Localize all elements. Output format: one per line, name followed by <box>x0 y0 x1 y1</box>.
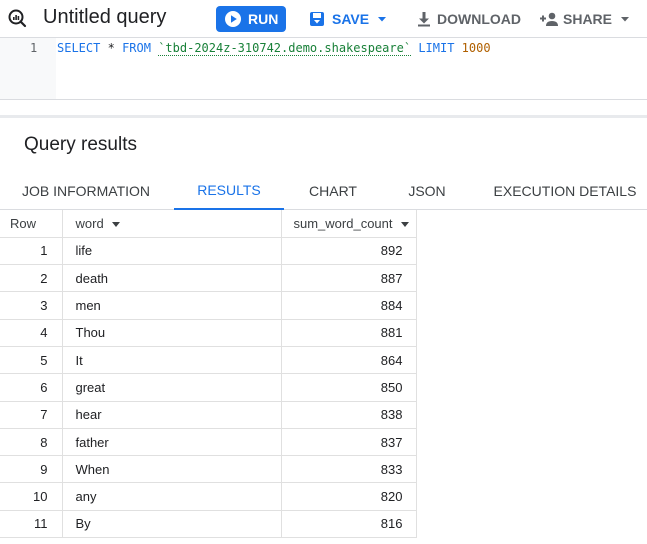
count-cell[interactable]: 833 <box>281 455 417 484</box>
row-number: 5 <box>0 346 63 375</box>
limit-value: 1000 <box>461 41 491 55</box>
row-number: 10 <box>0 482 63 511</box>
run-button-label: RUN <box>248 11 279 27</box>
share-button[interactable]: SHARE <box>539 7 630 31</box>
column-header-sum-word-count[interactable]: sum_word_count <box>281 210 417 238</box>
play-icon <box>225 11 241 27</box>
word-cell[interactable]: father <box>62 428 282 457</box>
column-header-row: Row <box>0 210 63 238</box>
word-cell[interactable]: When <box>62 455 282 484</box>
chevron-down-icon <box>621 17 630 22</box>
table-reference[interactable]: `tbd-2024z-310742.demo.shakespeare` <box>158 41 412 56</box>
table-row: 11 By 816 <box>0 510 417 539</box>
word-cell[interactable]: death <box>62 264 282 293</box>
word-cell[interactable]: life <box>62 237 282 266</box>
query-icon <box>6 7 28 29</box>
count-cell[interactable]: 881 <box>281 319 417 347</box>
keyword-from: FROM <box>122 41 151 55</box>
table-row: 3 men 884 <box>0 291 417 320</box>
query-toolbar: Untitled query RUN SAVE DOWNLOAD SHARE <box>0 0 647 38</box>
table-row: 1 life 892 <box>0 237 417 266</box>
word-cell[interactable]: any <box>62 482 282 511</box>
count-cell[interactable]: 816 <box>281 510 417 539</box>
count-cell[interactable]: 838 <box>281 401 417 429</box>
row-number: 6 <box>0 373 63 402</box>
count-cell[interactable]: 820 <box>281 482 417 511</box>
select-star: * <box>107 41 115 55</box>
word-cell[interactable]: It <box>62 346 282 375</box>
table-row: 5 It 864 <box>0 346 417 375</box>
download-button-label: DOWNLOAD <box>437 11 521 27</box>
download-button[interactable]: DOWNLOAD <box>415 7 521 31</box>
table-header-row: Row word sum_word_count <box>0 210 417 238</box>
save-icon <box>310 12 324 26</box>
table-row: 7 hear 838 <box>0 401 417 429</box>
line-gutter: 1 <box>0 38 56 99</box>
sql-code-line[interactable]: SELECT * FROM `tbd-2024z-310742.demo.sha… <box>57 41 491 56</box>
table-row: 8 father 837 <box>0 428 417 457</box>
share-button-label: SHARE <box>563 11 613 27</box>
row-number: 2 <box>0 264 63 293</box>
count-cell[interactable]: 864 <box>281 346 417 375</box>
chevron-down-icon <box>378 17 387 22</box>
download-icon <box>418 12 430 27</box>
query-title[interactable]: Untitled query <box>43 6 166 29</box>
run-button[interactable]: RUN <box>216 6 286 32</box>
word-cell[interactable]: great <box>62 373 282 402</box>
table-row: 2 death 887 <box>0 264 417 293</box>
results-table: Row word sum_word_count 1 life 892 2 death 8… <box>0 210 417 539</box>
tab-json[interactable]: JSON <box>390 172 464 210</box>
tab-job-information[interactable]: JOB INFORMATION <box>0 172 172 210</box>
sort-caret-icon[interactable] <box>400 221 409 227</box>
count-cell[interactable]: 887 <box>281 264 417 293</box>
word-cell[interactable]: By <box>62 510 282 539</box>
row-number: 4 <box>0 319 63 347</box>
keyword-select: SELECT <box>57 41 101 55</box>
count-cell[interactable]: 837 <box>281 428 417 457</box>
tab-results[interactable]: RESULTS <box>174 172 284 210</box>
person-add-icon <box>540 12 558 26</box>
table-row: 6 great 850 <box>0 373 417 402</box>
count-cell[interactable]: 884 <box>281 291 417 320</box>
keyword-limit: LIMIT <box>418 41 455 55</box>
results-title: Query results <box>24 134 137 155</box>
row-number: 11 <box>0 510 63 539</box>
word-cell[interactable]: men <box>62 291 282 320</box>
panel-splitter[interactable] <box>0 115 647 118</box>
table-row: 9 When 833 <box>0 455 417 484</box>
table-row: 4 Thou 881 <box>0 319 417 347</box>
line-number: 1 <box>30 41 38 55</box>
row-number: 3 <box>0 291 63 320</box>
column-header-word[interactable]: word <box>62 210 282 238</box>
tab-chart[interactable]: CHART <box>288 172 378 210</box>
save-button-label: SAVE <box>332 11 370 27</box>
sql-editor[interactable]: 1 SELECT * FROM `tbd-2024z-310742.demo.s… <box>0 38 647 100</box>
row-number: 1 <box>0 237 63 266</box>
row-number: 8 <box>0 428 63 457</box>
results-tabs: JOB INFORMATION RESULTS CHART JSON EXECU… <box>0 172 647 210</box>
word-cell[interactable]: Thou <box>62 319 282 347</box>
sort-caret-icon[interactable] <box>111 221 120 227</box>
count-cell[interactable]: 850 <box>281 373 417 402</box>
count-cell[interactable]: 892 <box>281 237 417 266</box>
row-number: 7 <box>0 401 63 429</box>
tab-execution-details[interactable]: EXECUTION DETAILS <box>484 172 646 210</box>
save-button[interactable]: SAVE <box>308 7 387 31</box>
word-cell[interactable]: hear <box>62 401 282 429</box>
row-number: 9 <box>0 455 63 484</box>
table-row: 10 any 820 <box>0 482 417 511</box>
